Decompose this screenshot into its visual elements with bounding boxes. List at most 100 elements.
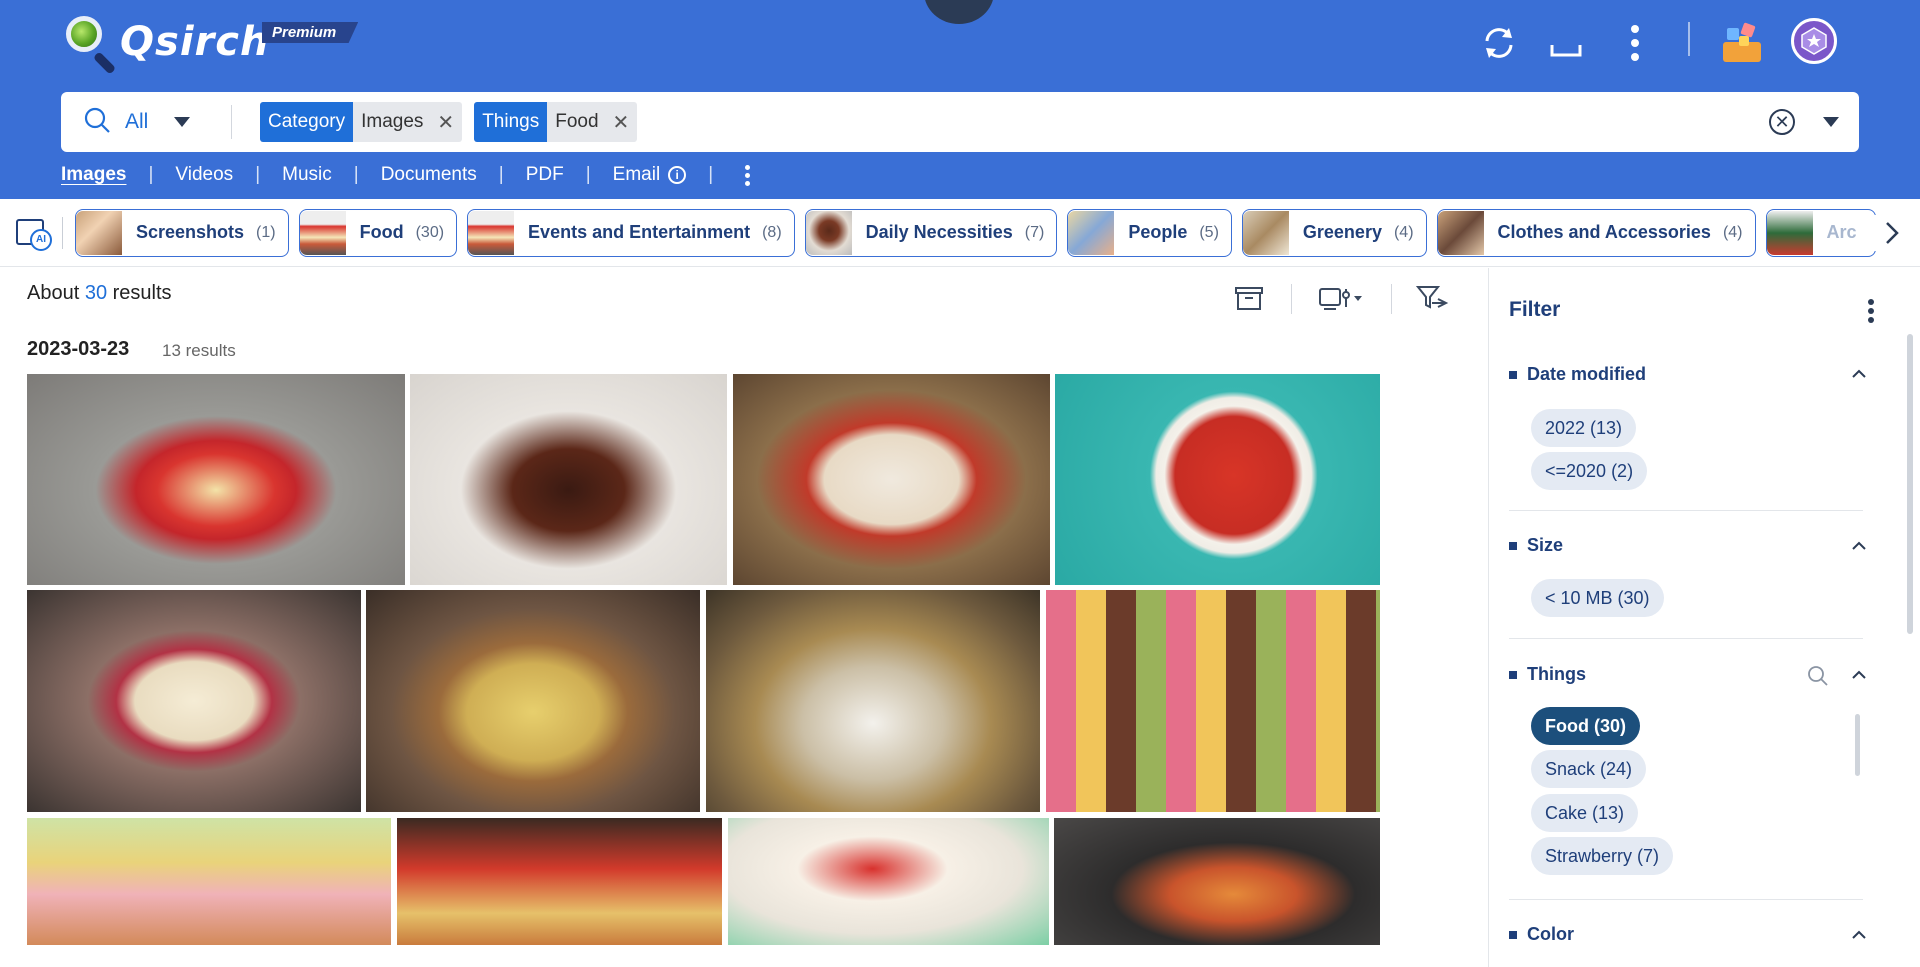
category-food[interactable]: Food (30)	[298, 208, 458, 257]
category-people[interactable]: People (5)	[1067, 208, 1232, 257]
filter-option[interactable]: Strawberry (7)	[1531, 837, 1674, 875]
photo-thumbnail[interactable]	[733, 374, 1050, 585]
photo-thumbnail[interactable]	[1055, 374, 1380, 585]
search-options-caret-icon[interactable]	[1823, 117, 1839, 127]
category-count: (4)	[1393, 223, 1414, 241]
category-thumbnail	[1242, 210, 1289, 255]
view-options-icon[interactable]	[1318, 283, 1366, 313]
tab-music[interactable]: Music	[282, 164, 332, 186]
app-name: Qsirch	[120, 19, 270, 65]
tab-separator: |	[353, 164, 359, 185]
section-divider	[1509, 638, 1863, 639]
more-vertical-icon[interactable]	[1867, 298, 1875, 329]
search-icon[interactable]	[1807, 665, 1829, 692]
info-icon[interactable]: i	[668, 165, 687, 184]
photo-thumbnail[interactable]	[706, 590, 1040, 812]
filter-option[interactable]: <=2020 (2)	[1531, 452, 1648, 490]
filter-section-size[interactable]: Size	[1509, 535, 1563, 556]
things-scrollbar[interactable]	[1855, 714, 1860, 776]
category-name: Food	[359, 222, 404, 242]
filter-scrollbar[interactable]	[1907, 334, 1913, 634]
section-title: Size	[1527, 535, 1564, 555]
tab-documents[interactable]: Documents	[381, 164, 477, 186]
filter-section-date-modified[interactable]: Date modified	[1509, 364, 1646, 385]
photo-thumbnail[interactable]	[27, 818, 391, 945]
more-vertical-icon[interactable]	[1610, 18, 1660, 68]
photo-thumbnail[interactable]	[1046, 590, 1380, 812]
chevron-up-icon[interactable]	[1851, 667, 1866, 681]
chip-key: Things	[474, 102, 548, 142]
category-greenery[interactable]: Greenery (4)	[1241, 208, 1427, 257]
sync-icon[interactable]	[1474, 18, 1524, 68]
category-divider	[62, 216, 63, 249]
category-name: Clothes and Accessories	[1497, 222, 1711, 242]
tab-pdf[interactable]: PDF	[526, 164, 564, 186]
filter-panel: Filter Date modified 2022 (13) <=2020 (2…	[1488, 268, 1920, 967]
category-count: (4)	[1722, 223, 1743, 241]
minimize-icon[interactable]	[1541, 18, 1591, 68]
results-prefix: About	[27, 282, 80, 304]
results-summary: About 30 results	[27, 282, 172, 305]
category-thumbnail	[1068, 210, 1115, 255]
photo-thumbnail[interactable]	[27, 590, 361, 812]
chevron-up-icon[interactable]	[1851, 538, 1866, 552]
photo-thumbnail[interactable]	[366, 590, 700, 812]
tab-videos[interactable]: Videos	[175, 164, 233, 186]
category-thumbnail	[299, 210, 346, 255]
filter-option[interactable]: < 10 MB (30)	[1531, 579, 1664, 617]
filter-option[interactable]: 2022 (13)	[1531, 409, 1637, 447]
user-avatar-icon[interactable]	[1791, 18, 1837, 64]
chevron-up-icon[interactable]	[1851, 366, 1866, 380]
header-divider	[1688, 22, 1690, 56]
category-thumbnail	[1437, 210, 1484, 255]
section-title: Date modified	[1527, 364, 1647, 384]
filter-toggle-icon[interactable]	[1416, 283, 1450, 313]
filter-option[interactable]: Cake (13)	[1531, 794, 1639, 832]
caret-down-icon	[174, 117, 191, 127]
category-clothes-and-accessories[interactable]: Clothes and Accessories (4)	[1436, 208, 1756, 257]
premium-badge: Premium	[262, 22, 359, 43]
photo-thumbnail[interactable]	[410, 374, 727, 585]
more-tabs-icon[interactable]	[745, 164, 751, 186]
filter-option-selected[interactable]: Food (30)	[1531, 707, 1640, 745]
photo-thumbnail[interactable]	[728, 818, 1049, 945]
apps-icon[interactable]	[1717, 18, 1767, 68]
category-events-and-entertainment[interactable]: Events and Entertainment (8)	[467, 208, 795, 257]
chevron-right-icon[interactable]	[1874, 215, 1910, 251]
category-name: Screenshots	[136, 222, 245, 242]
search-scope-dropdown[interactable]: All	[61, 106, 211, 139]
toolbar-divider	[1391, 284, 1392, 314]
category-daily-necessities[interactable]: Daily Necessities (7)	[804, 208, 1058, 257]
category-screenshots[interactable]: Screenshots (1)	[75, 208, 289, 257]
category-strip: AI Screenshots (1) Food (30) Events and …	[0, 199, 1920, 267]
top-notch	[924, 0, 994, 24]
results-suffix: results	[112, 282, 172, 304]
tab-email[interactable]: Email i	[613, 164, 687, 186]
chip-value: Food	[547, 102, 607, 142]
category-name: Events and Entertainment	[528, 222, 751, 242]
photo-thumbnail[interactable]	[1054, 818, 1380, 945]
close-icon[interactable]: ✕	[606, 102, 638, 142]
tab-separator: |	[708, 164, 714, 185]
filter-section-color[interactable]: Color	[1509, 924, 1574, 945]
tab-separator: |	[585, 164, 591, 185]
photo-thumbnail[interactable]	[397, 818, 722, 945]
category-count: (7)	[1024, 223, 1045, 241]
category-partial[interactable]: Arc	[1765, 208, 1876, 257]
clear-search-icon[interactable]: ✕	[1769, 109, 1795, 135]
filter-title: Filter	[1509, 298, 1561, 321]
category-thumbnail	[1766, 210, 1813, 255]
filter-section-things[interactable]: Things	[1509, 664, 1586, 685]
archive-icon[interactable]	[1234, 283, 1264, 313]
ai-image-search-icon[interactable]: AI	[14, 215, 52, 251]
close-icon[interactable]: ✕	[431, 102, 463, 142]
app-logo: Qsirch	[60, 12, 270, 75]
photo-thumbnail[interactable]	[27, 374, 405, 585]
category-name: People	[1128, 222, 1188, 242]
search-bar[interactable]: All Category Images ✕ Things Food ✕ ✕	[61, 92, 1859, 152]
category-count: (5)	[1199, 223, 1219, 241]
chevron-up-icon[interactable]	[1851, 927, 1866, 941]
tab-images[interactable]: Images	[61, 164, 126, 186]
app-header: Qsirch Premium All Category Images ✕ Thi…	[0, 0, 1920, 199]
filter-option[interactable]: Snack (24)	[1531, 750, 1647, 788]
